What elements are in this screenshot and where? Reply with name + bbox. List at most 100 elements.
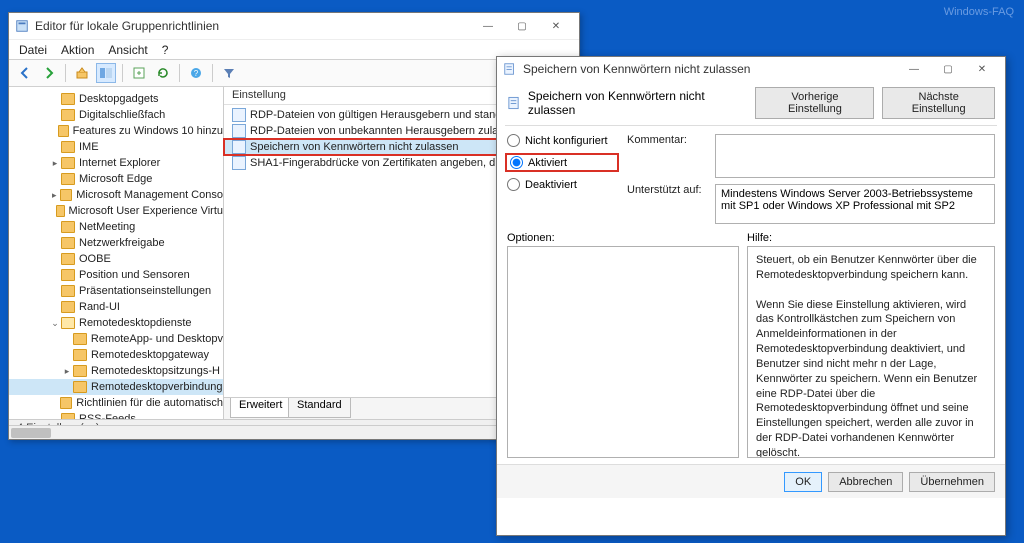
tree-item[interactable]: Präsentationseinstellungen [9,283,223,299]
tree-item[interactable]: Microsoft User Experience Virtu [9,203,223,219]
tree-pane[interactable]: Desktopgadgets Digitalschließfach Features… [9,87,224,419]
tab-extended[interactable]: Erweitert [230,398,291,418]
tree-item-label: Digitalschließfach [79,109,165,121]
tree-item[interactable]: Microsoft Edge [9,171,223,187]
tree-item[interactable]: ▸ Internet Explorer [9,155,223,171]
dialog-maximize-button[interactable]: ▢ [931,58,965,80]
tree-item[interactable]: ⌄Remotedesktopdienste [9,315,223,331]
tab-standard[interactable]: Standard [288,398,351,418]
export-button[interactable] [129,63,149,83]
help-label: Hilfe: [747,232,772,244]
gpe-titlebar[interactable]: Editor für lokale Gruppenrichtlinien — ▢… [9,13,579,39]
supported-textarea[interactable]: Mindestens Windows Server 2003-Betriebss… [715,184,995,224]
radio-disabled[interactable]: Deaktiviert [507,178,617,191]
folder-icon [61,269,75,281]
comment-textarea[interactable] [715,134,995,178]
next-setting-button[interactable]: Nächste Einstellung [882,87,995,119]
tree-item[interactable]: Features zu Windows 10 hinzu [9,123,223,139]
folder-icon [61,109,75,121]
filter-button[interactable] [219,63,239,83]
window-policy-dialog: Speichern von Kennwörtern nicht zulassen… [496,56,1006,536]
tree-item[interactable]: RSS-Feeds [9,411,223,419]
previous-setting-button[interactable]: Vorherige Einstellung [755,87,874,119]
back-button[interactable] [15,63,35,83]
radio-enabled[interactable]: Aktiviert [507,155,617,170]
help-panel[interactable]: Steuert, ob ein Benutzer Kennwörter über… [747,246,995,458]
menu-file[interactable]: Datei [19,43,47,57]
tree-item[interactable]: Richtlinien für die automatisch [9,395,223,411]
tree-item[interactable]: ▸ Remotedesktopsitzungs-H [9,363,223,379]
tree-item-label: Internet Explorer [79,157,160,169]
tree-item[interactable]: Digitalschließfach [9,107,223,123]
tree-item[interactable]: IME [9,139,223,155]
tree-item-label: RemoteApp- und Desktopv [91,333,223,345]
show-hide-tree-button[interactable] [96,63,116,83]
tree-item[interactable]: Netzwerkfreigabe [9,235,223,251]
dialog-title: Speichern von Kennwörtern nicht zulassen [523,62,750,76]
supported-label: Unterstützt auf: [627,184,709,196]
chevron-icon: ▸ [49,158,61,169]
close-button[interactable]: ✕ [539,15,573,37]
refresh-button[interactable] [153,63,173,83]
tree-item[interactable]: Rand-UI [9,299,223,315]
folder-icon [61,301,75,313]
apply-button[interactable]: Übernehmen [909,472,995,492]
svg-text:?: ? [194,69,199,78]
menu-action[interactable]: Aktion [61,43,94,57]
dialog-close-button[interactable]: ✕ [965,58,999,80]
folder-icon [61,141,75,153]
setting-icon [232,156,246,170]
policy-icon [507,95,522,111]
minimize-button[interactable]: — [471,15,505,37]
cancel-button[interactable]: Abbrechen [828,472,903,492]
tree-item[interactable]: Desktopgadgets [9,91,223,107]
app-icon [15,19,29,33]
tree-item-label: Remotedesktopverbindung [91,381,222,393]
tree-item[interactable]: OOBE [9,251,223,267]
policy-icon [503,62,517,76]
help-button[interactable]: ? [186,63,206,83]
radio-label: Aktiviert [528,157,567,169]
setting-icon [232,124,246,138]
tree-item[interactable]: Remotedesktopgateway [9,347,223,363]
tree-item[interactable]: RemoteApp- und Desktopv [9,331,223,347]
ok-button[interactable]: OK [784,472,822,492]
folder-icon [58,125,69,137]
chevron-icon: ▸ [61,366,73,377]
tree-item[interactable]: ▸Microsoft Management Conso [9,187,223,203]
up-button[interactable] [72,63,92,83]
maximize-button[interactable]: ▢ [505,15,539,37]
policy-name: Speichern von Kennwörtern nicht zulassen [528,89,740,117]
tree-item-label: Desktopgadgets [79,93,159,105]
tree-item-label: Features zu Windows 10 hinzu [73,125,223,137]
chevron-icon: ▸ [49,190,60,201]
state-radios: Nicht konfiguriert Aktiviert Deaktiviert [507,134,617,224]
folder-icon [61,237,75,249]
folder-icon [56,205,65,217]
window-gpe: Editor für lokale Gruppenrichtlinien — ▢… [8,12,580,440]
folder-icon [73,381,87,393]
tree-item-label: Richtlinien für die automatisch [76,397,223,409]
tree-item[interactable]: Remotedesktopverbindung [9,379,223,395]
tree-item-label: Remotedesktopdienste [79,317,192,329]
dialog-titlebar[interactable]: Speichern von Kennwörtern nicht zulassen… [497,57,1005,81]
tree-item-label: IME [79,141,99,153]
setting-icon [232,140,246,154]
tree-item[interactable]: Position und Sensoren [9,267,223,283]
options-panel[interactable] [507,246,739,458]
folder-icon [73,333,87,345]
menu-help[interactable]: ? [162,43,169,57]
tree-item-label: Remotedesktopgateway [91,349,209,361]
folder-icon [73,365,87,377]
tree-item-label: Remotedesktopsitzungs-H [91,365,220,377]
tree-item-label: NetMeeting [79,221,135,233]
toolbar: ? [9,59,579,87]
tree-item[interactable]: NetMeeting [9,219,223,235]
forward-button[interactable] [39,63,59,83]
comment-label: Kommentar: [627,134,709,146]
dialog-minimize-button[interactable]: — [897,58,931,80]
radio-not-configured[interactable]: Nicht konfiguriert [507,134,617,147]
menu-view[interactable]: Ansicht [108,43,147,57]
help-p2: Wenn Sie diese Einstellung aktivieren, w… [756,298,986,458]
tree-item-label: Microsoft User Experience Virtu [69,205,223,217]
